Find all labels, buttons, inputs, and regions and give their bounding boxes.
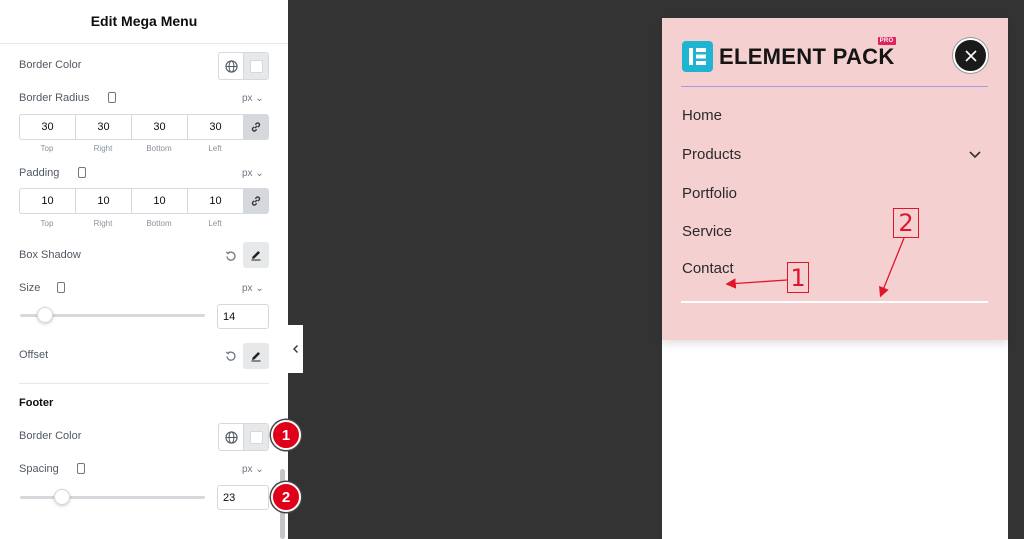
responsive-device-icon[interactable] (77, 463, 85, 474)
responsive-device-icon[interactable] (108, 92, 116, 103)
border-radius-top-input[interactable]: 30 (19, 114, 75, 140)
padding-bottom-input[interactable]: 10 (131, 188, 187, 214)
panel-title: Edit Mega Menu (90, 13, 198, 29)
border-radius-left-input[interactable]: 30 (187, 114, 243, 140)
callout-1: 1 (787, 262, 809, 293)
border-radius-right-input[interactable]: 30 (75, 114, 131, 140)
side-label-top: Top (40, 144, 54, 153)
footer-spacing-slider-handle[interactable] (54, 489, 70, 505)
responsive-device-icon[interactable] (57, 282, 65, 293)
padding-side-labels: Top Right Bottom Left (19, 219, 243, 228)
footer-border-color-control[interactable] (218, 423, 269, 451)
menu-item-portfolio[interactable]: Portfolio (682, 185, 737, 202)
logo-wordmark: ELEMENT PACK (719, 43, 895, 69)
step-badge-2: 2 (271, 482, 301, 512)
border-radius-side-labels: Top Right Bottom Left (19, 144, 243, 153)
globe-icon[interactable] (219, 424, 244, 450)
side-label-left: Left (208, 144, 222, 153)
menu-header-divider (681, 86, 988, 87)
size-label: Size (19, 282, 41, 294)
callout-2: 2 (893, 208, 919, 238)
padding-left-input[interactable]: 10 (187, 188, 243, 214)
section-divider (19, 383, 269, 384)
element-pack-logo[interactable]: ELEMENT PACK PRO (682, 36, 896, 72)
element-pack-logo-icon (682, 41, 713, 72)
border-color-label: Border Color (19, 59, 82, 71)
border-radius-unit-select[interactable]: px ⌄ (242, 93, 264, 104)
reset-icon[interactable] (225, 249, 237, 267)
border-color-control[interactable] (218, 52, 269, 80)
box-shadow-label: Box Shadow (19, 249, 81, 261)
panel-header: Edit Mega Menu (0, 0, 288, 44)
border-radius-inputs: 30 30 30 30 (19, 114, 269, 140)
editor-panel: Edit Mega Menu Border Color Border Radiu… (0, 0, 288, 539)
menu-footer-border (681, 301, 988, 303)
pencil-icon (251, 352, 261, 362)
logo-text: ELEMENT PACK PRO (719, 36, 896, 70)
close-icon (964, 49, 977, 62)
pencil-icon (251, 251, 261, 261)
color-swatch (249, 59, 263, 73)
side-label-bottom: Bottom (146, 144, 172, 153)
size-slider-handle[interactable] (37, 307, 53, 323)
size-input[interactable]: 14 (217, 304, 269, 329)
footer-spacing-unit-select[interactable]: px ⌄ (242, 464, 264, 475)
padding-unit-select[interactable]: px ⌄ (242, 168, 264, 179)
side-label-right: Right (93, 144, 113, 153)
border-radius-bottom-input[interactable]: 30 (131, 114, 187, 140)
globe-icon[interactable] (219, 53, 244, 79)
padding-label: Padding (19, 167, 60, 179)
offset-edit-button[interactable] (243, 343, 269, 369)
menu-item-service[interactable]: Service (682, 223, 732, 240)
color-swatch-button[interactable] (244, 53, 268, 79)
size-unit-select[interactable]: px ⌄ (242, 283, 264, 294)
link-icon[interactable] (243, 114, 269, 140)
panel-collapse-button[interactable] (288, 325, 303, 373)
link-icon[interactable] (243, 188, 269, 214)
offset-label: Offset (19, 349, 49, 361)
step-badge-1: 1 (271, 420, 301, 450)
pro-tag: PRO (877, 36, 896, 45)
menu-item-products[interactable]: Products (682, 146, 741, 163)
menu-item-home[interactable]: Home (682, 107, 722, 124)
padding-right-input[interactable]: 10 (75, 188, 131, 214)
side-label-bottom: Bottom (146, 219, 172, 228)
padding-top-input[interactable]: 10 (19, 188, 75, 214)
side-label-right: Right (93, 219, 113, 228)
color-swatch-button[interactable] (244, 424, 268, 450)
reset-icon[interactable] (225, 349, 237, 367)
chevron-down-icon[interactable] (968, 150, 982, 159)
box-shadow-edit-button[interactable] (243, 242, 269, 268)
side-label-top: Top (40, 219, 54, 228)
footer-section-title: Footer (19, 397, 54, 409)
footer-spacing-label: Spacing (19, 463, 59, 475)
menu-item-contact[interactable]: Contact (682, 260, 734, 277)
footer-spacing-slider-track[interactable] (20, 496, 205, 499)
chevron-left-icon (292, 345, 298, 353)
responsive-device-icon[interactable] (78, 167, 86, 178)
close-menu-button[interactable] (953, 38, 988, 73)
side-label-left: Left (208, 219, 222, 228)
padding-inputs: 10 10 10 10 (19, 188, 269, 214)
footer-border-color-label: Border Color (19, 430, 82, 442)
color-swatch (249, 430, 263, 444)
footer-spacing-input[interactable]: 23 (217, 485, 269, 510)
border-radius-label: Border Radius (19, 92, 90, 104)
